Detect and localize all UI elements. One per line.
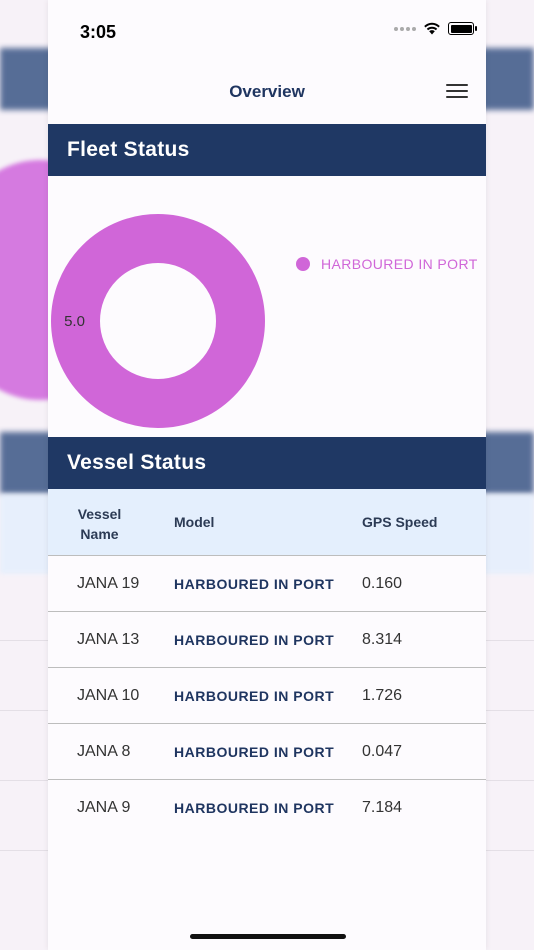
fleet-status-chart: 5.0 HARBOURED IN PORT: [48, 176, 486, 437]
vessel-model-cell: HARBOURED IN PORT: [174, 744, 335, 760]
wifi-icon: [424, 22, 440, 35]
vessel-status-header: Vessel Status: [48, 437, 486, 489]
table-row[interactable]: JANA 8 HARBOURED IN PORT 0.047: [48, 724, 486, 780]
table-row[interactable]: JANA 10 HARBOURED IN PORT 1.726: [48, 668, 486, 724]
hamburger-menu-icon[interactable]: [446, 82, 468, 100]
column-header-model: Model: [174, 514, 215, 530]
gps-speed-cell: 1.726: [362, 687, 403, 704]
column-header-gps-speed: GPS Speed: [362, 514, 438, 530]
gps-speed-cell: 0.047: [362, 743, 403, 760]
slice-value-label: 5.0: [64, 313, 85, 330]
cellular-signal-icon: [394, 26, 416, 31]
table-row[interactable]: JANA 13 HARBOURED IN PORT 8.314: [48, 612, 486, 668]
vessel-model-cell: HARBOURED IN PORT: [174, 632, 335, 648]
vessel-name-cell: JANA 19: [77, 575, 140, 592]
vessel-model-cell: HARBOURED IN PORT: [174, 800, 335, 816]
vessel-name-cell: JANA 13: [77, 631, 140, 648]
column-header-vessel-name: Vessel Name: [77, 506, 122, 542]
vessel-model-cell: HARBOURED IN PORT: [174, 576, 335, 592]
vessel-name-cell: JANA 9: [77, 799, 131, 816]
chart-legend: HARBOURED IN PORT: [296, 256, 478, 272]
table-row[interactable]: JANA 19 HARBOURED IN PORT 0.160: [48, 556, 486, 612]
donut-chart: 5.0: [51, 214, 265, 428]
navigation-bar: Overview: [48, 60, 486, 124]
fleet-status-header: Fleet Status: [48, 124, 486, 176]
page-title: Overview: [229, 82, 305, 101]
donut-slice[interactable]: [51, 214, 265, 428]
vessel-name-cell: JANA 8: [77, 743, 131, 760]
vessel-model-cell: HARBOURED IN PORT: [174, 688, 335, 704]
status-time: 3:05: [80, 22, 117, 42]
battery-icon: [448, 22, 477, 35]
gps-speed-cell: 8.314: [362, 631, 403, 648]
home-indicator[interactable]: [190, 934, 346, 939]
gps-speed-cell: 0.160: [362, 575, 403, 592]
legend-label[interactable]: HARBOURED IN PORT: [321, 256, 478, 272]
vessel-name-cell: JANA 10: [77, 687, 140, 704]
status-bar: 3:05: [48, 0, 486, 60]
status-icons: [394, 22, 477, 35]
gps-speed-cell: 7.184: [362, 799, 403, 816]
overview-screen: 3:05 Overview Fleet Status 5.0 HARBOURED…: [48, 0, 486, 950]
vessel-status-table: Vessel Name Model GPS Speed JANA 19 HARB…: [48, 489, 486, 836]
legend-swatch: [296, 257, 310, 271]
table-row[interactable]: JANA 9 HARBOURED IN PORT 7.184: [48, 780, 486, 836]
table-header-row: Vessel Name Model GPS Speed: [48, 489, 486, 556]
